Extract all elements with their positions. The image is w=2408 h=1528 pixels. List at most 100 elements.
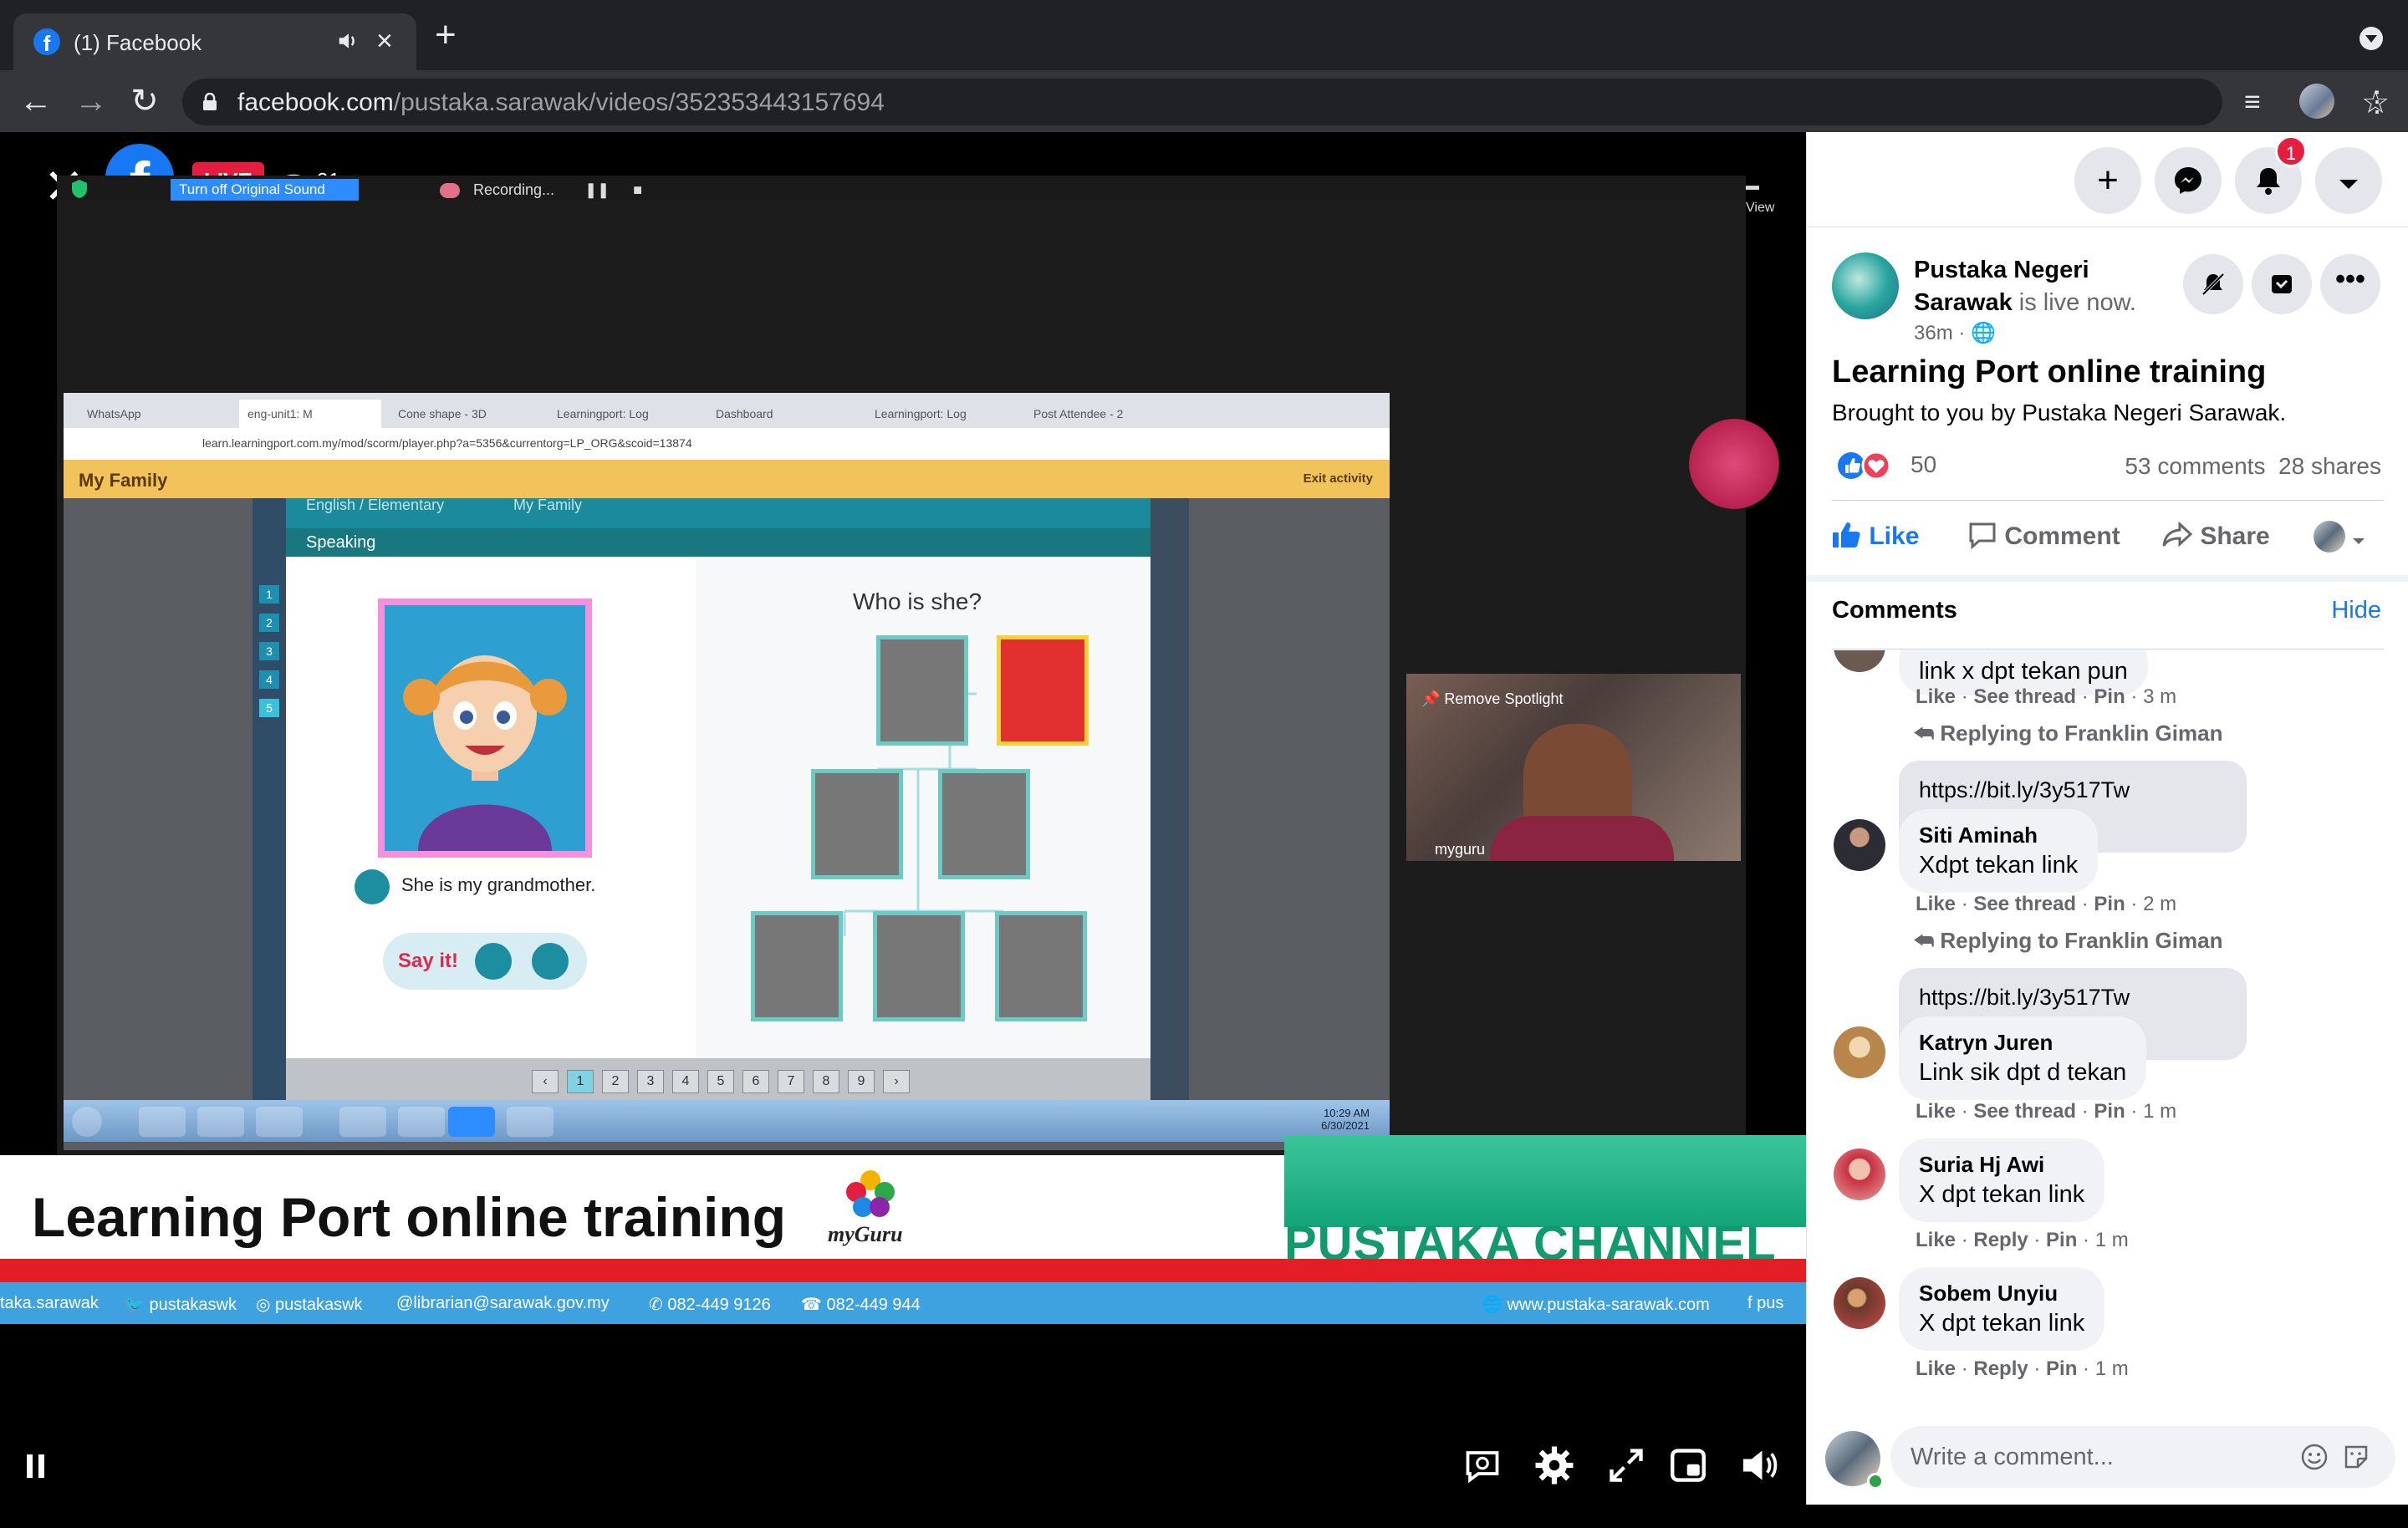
comment-time[interactable]: 1 m [2095,1229,2129,1251]
tab-audio-icon[interactable] [336,28,361,53]
forward-icon[interactable]: → [72,82,110,120]
family-member-picture [811,769,903,879]
comment-author[interactable]: Siti Aminah [1919,821,2078,849]
comment-like[interactable]: Like [1916,685,1956,708]
comment-like[interactable]: Like [1916,1357,1956,1380]
mute-notifications-button[interactable] [2183,254,2243,314]
volume-icon[interactable] [1739,1444,1781,1486]
messenger-button[interactable] [2155,147,2222,214]
recording-status: Recording... ❚❚ ■ [440,179,642,201]
address-bar[interactable]: facebook.com/pustaka.sarawak/videos/3523… [182,79,2390,125]
account-menu-button[interactable] [2315,147,2382,214]
lesson-step: 1 [259,585,279,604]
comment-time[interactable]: 2 m [2143,893,2176,915]
comments-count[interactable]: 53 comments [2125,453,2265,479]
page-number: 3 [637,1070,664,1093]
react-as-selector[interactable] [2314,521,2365,553]
breadcrumb-item: My Family [513,497,582,513]
comment-avatar[interactable] [1834,650,1885,672]
zoom-view-button[interactable]: ▬ View [1746,176,1774,219]
lesson-section: Speaking [286,528,1150,557]
comment-author[interactable]: Sobem Unyiu [1919,1279,2084,1307]
app-icon [398,1107,445,1137]
comment-pin[interactable]: Pin [2094,685,2125,708]
comment-pin[interactable]: Pin [2094,893,2125,915]
captions-icon[interactable] [1462,1444,1503,1486]
comment-pin[interactable]: Pin [2046,1229,2077,1251]
comments-panel: + 1 Pustaka Negeri Sarawak is live now. … [1806,132,2408,1505]
share-icon [2162,521,2193,548]
comment-avatar[interactable] [1834,819,1885,871]
page-avatar[interactable] [1832,252,1899,319]
comment-author[interactable]: Katryn Juren [1919,1028,2126,1057]
emoji-icon[interactable] [2300,1443,2329,1471]
turn-off-original-sound-button[interactable]: Turn off Original Sound [171,179,359,201]
comment-time[interactable]: 1 m [2143,1100,2176,1123]
replying-to[interactable]: ⮪ Replying to Franklin Giman [1914,928,2222,955]
pause-button[interactable] [27,1454,45,1478]
profile-avatar[interactable] [2299,84,2334,119]
comment-time[interactable]: 3 m [2143,685,2176,708]
tab-close-icon[interactable]: × [376,25,393,57]
like-button[interactable]: Like [1832,521,1919,551]
shares-count[interactable]: 28 shares [2278,453,2381,479]
action-row: Like Comment Share [1832,500,2384,575]
comment-avatar[interactable] [1834,1149,1885,1200]
more-options-button[interactable]: ••• [2320,254,2380,314]
comment-like[interactable]: Like [1916,1100,1956,1123]
url-host: facebook.com [237,89,394,116]
panel-top-bar: + 1 [1807,132,2408,227]
pause-recording-icon[interactable]: ❚❚ [584,181,610,198]
replying-to[interactable]: ⮪ Replying to Franklin Giman [1914,721,2222,747]
see-thread[interactable]: See thread [1973,1100,2076,1123]
breadcrumb-item: English / Elementary [306,497,445,513]
new-tab-button[interactable]: + [435,17,457,53]
browser-toolbar: ← → ↻ facebook.com/pustaka.sarawak/video… [0,70,2408,132]
video-title: Learning Port online training [1832,354,2267,390]
reload-icon[interactable]: ↻ [125,82,164,120]
comment-reply[interactable]: Reply [1973,1357,2028,1380]
family-member-picture [751,911,843,1021]
comment-pin[interactable]: Pin [2046,1357,2077,1380]
sticker-icon[interactable] [2342,1443,2370,1471]
comment-like[interactable]: Like [1916,893,1956,915]
person-shirt [1490,816,1674,861]
comment-like[interactable]: Like [1916,1229,1956,1251]
recording-label: Recording... [473,181,555,198]
shield-icon [72,180,87,198]
reaction-count[interactable]: 50 [1911,451,1936,478]
notification-badge: 1 [2275,135,2307,167]
back-icon[interactable]: ← [17,82,55,120]
create-button[interactable]: + [2074,147,2141,214]
comment-time[interactable]: 1 m [2095,1357,2129,1380]
comment-avatar[interactable] [1834,1026,1885,1078]
share-button[interactable]: Share [2161,521,2270,551]
post-time: 36m · 🌐 [1914,321,1996,345]
tab-search-button[interactable] [2360,27,2383,50]
lesson-pager: ‹ 1 2 3 4 5 6 7 8 9 › [286,1058,1150,1103]
see-thread[interactable]: See thread [1973,685,2076,708]
save-button[interactable] [2252,254,2312,314]
see-thread[interactable]: See thread [1973,893,2076,915]
comment-author[interactable]: Suria Hj Awi [1919,1150,2084,1179]
comment-bubble: Sobem Unyiu X dpt tekan link [1899,1267,2105,1351]
inner-tab: Post Attendee - 2 [1033,407,1124,420]
fullscreen-icon[interactable] [1605,1444,1647,1486]
inner-tab: Cone shape - 3D [398,407,487,420]
page-number: 8 [813,1070,839,1093]
media-control-icon[interactable]: ≡ [2244,85,2261,119]
comment-button[interactable]: Comment [1967,521,2120,551]
chrome-menu-icon[interactable]: ⋮ [2363,85,2391,119]
hide-comments-button[interactable]: Hide [2331,597,2381,624]
stop-recording-icon[interactable]: ■ [633,181,642,198]
comment-text: link x dpt tekan pun [1919,658,2128,685]
comment-avatar[interactable] [1834,1277,1885,1329]
picture-in-picture-icon[interactable] [1667,1444,1709,1486]
browser-tab[interactable]: f (1) Facebook × [13,13,416,70]
reaction-icons[interactable] [1837,450,1895,481]
lesson-question: Who is she? [853,588,982,614]
comment-pin[interactable]: Pin [2094,1100,2125,1123]
comment-reply[interactable]: Reply [1973,1229,2028,1251]
settings-gear-icon[interactable] [1533,1444,1575,1486]
inner-tab: Dashboard [716,407,773,420]
